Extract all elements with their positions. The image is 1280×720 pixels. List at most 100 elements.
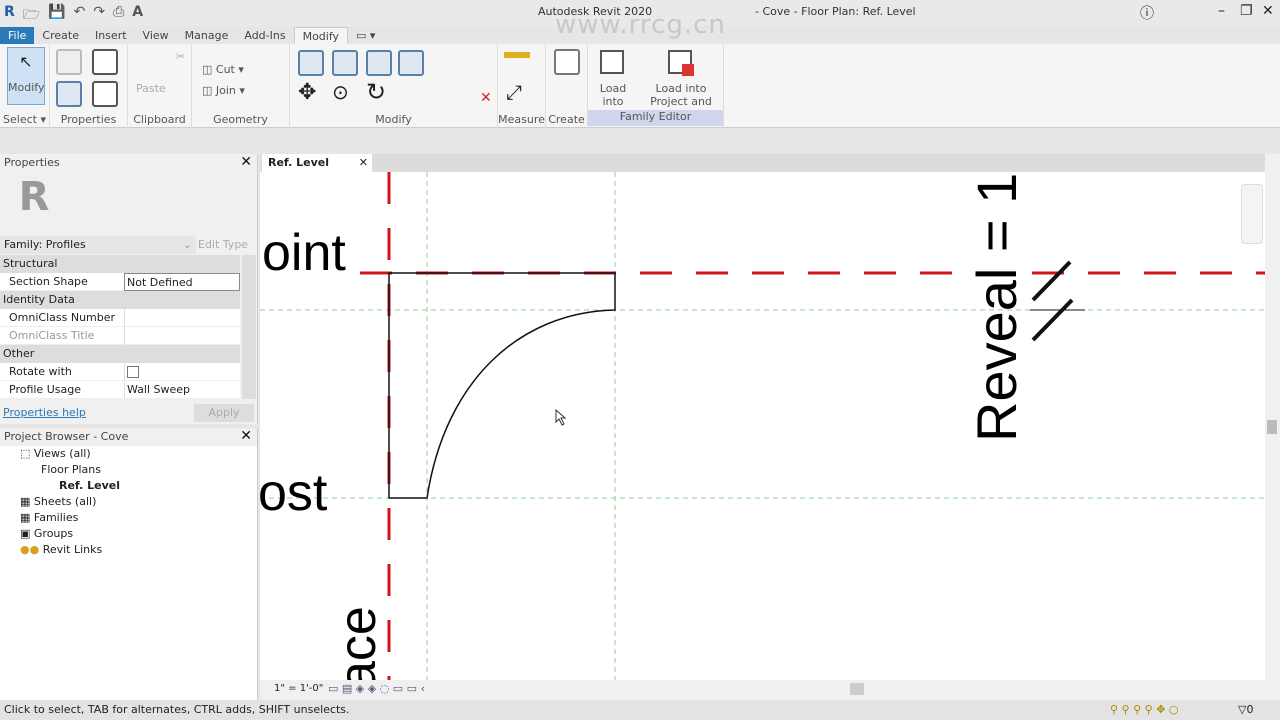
geometry-panel-label: Geometry	[213, 113, 268, 126]
family-types-icon[interactable]	[92, 49, 118, 75]
guide-lines	[260, 172, 1265, 680]
tab-file[interactable]: File	[0, 27, 35, 45]
tree-families[interactable]: ▦ Families	[20, 511, 78, 524]
modify-button[interactable]: ↖ Modify	[7, 47, 45, 105]
paste-button[interactable]: Paste	[136, 82, 166, 95]
family-editor-panel-label: Family Editor	[588, 110, 723, 126]
view-controls-icons[interactable]: ▭ ▤ ◈ ◈ ◌ ▭ ▭ ‹	[328, 682, 425, 695]
tree-floor-plans[interactable]: Floor Plans	[41, 463, 101, 476]
save-icon[interactable]: 💾	[48, 4, 65, 28]
restore-button[interactable]: ❐	[1240, 3, 1253, 19]
navigation-bar[interactable]	[1241, 184, 1263, 244]
ribbon-tabs: File Create Insert View Manage Add-Ins M…	[0, 27, 1280, 45]
properties-scrollbar[interactable]	[242, 255, 256, 399]
help-icon[interactable]: ⓘ	[1140, 3, 1154, 23]
close-icon[interactable]: ✕	[359, 156, 368, 169]
tab-insert[interactable]: Insert	[87, 27, 135, 45]
join-button[interactable]: ◫ Join ▾	[202, 84, 245, 97]
view-tab-ref-level[interactable]: Ref. Level ✕	[262, 154, 372, 172]
properties-icon[interactable]	[56, 81, 82, 107]
prop-key: OmniClass Title	[0, 327, 124, 345]
family-category-icon[interactable]	[92, 81, 118, 107]
modify-panel: ✥ ⊙ ↻ ✕ Modify	[290, 44, 498, 128]
redo-icon[interactable]: ↷	[93, 4, 105, 28]
select-dropdown[interactable]: Select ▾	[0, 113, 49, 126]
group-structural[interactable]: Structural	[0, 255, 240, 273]
modify-label: Modify	[8, 81, 45, 94]
type-properties-icon[interactable]	[56, 49, 82, 75]
prop-key: OmniClass Number	[0, 309, 124, 327]
group-other[interactable]: Other	[0, 345, 240, 363]
tree-revit-links[interactable]: ●● Revit Links	[20, 543, 102, 556]
vertical-scrollbar[interactable]	[1241, 154, 1280, 680]
offset-icon[interactable]	[332, 50, 358, 76]
filter-icon[interactable]: ▽0	[1238, 703, 1253, 716]
drawing-svg: oint ost ace Reveal = 1	[258, 172, 1265, 690]
properties-palette: Properties ✕ R Family: Profiles ⌄ Edit Typ…	[0, 154, 258, 424]
panel-toggle-icon[interactable]: ▭ ▾	[348, 27, 383, 45]
tree-views-all[interactable]: ⬚ Views (all)	[20, 447, 91, 460]
tab-create[interactable]: Create	[34, 27, 87, 45]
properties-help-link[interactable]: Properties help	[3, 406, 86, 419]
close-button[interactable]: ✕	[1262, 3, 1274, 19]
tab-manage[interactable]: Manage	[177, 27, 237, 45]
omniclass-number-field[interactable]	[124, 309, 240, 327]
document-title: - Cove - Floor Plan: Ref. Level	[755, 5, 916, 18]
undo-icon[interactable]: ↶	[74, 4, 86, 28]
horizontal-scroll-thumb[interactable]	[850, 683, 864, 695]
close-icon[interactable]: ✕	[240, 428, 252, 444]
family-editor-panel: Load into Project Load into Project and …	[588, 44, 724, 128]
open-icon[interactable]: 🗁	[23, 4, 40, 28]
edit-type-button[interactable]: Edit Type	[198, 238, 248, 251]
tab-view[interactable]: View	[135, 27, 177, 45]
mirror-pick-axis-icon[interactable]	[366, 50, 392, 76]
dimension-label-reveal[interactable]: Reveal = 1	[965, 173, 1028, 442]
tree-groups[interactable]: ▣ Groups	[20, 527, 73, 540]
minimize-button[interactable]: –	[1218, 3, 1225, 19]
delete-icon[interactable]: ✕	[480, 90, 492, 106]
type-selector[interactable]: Family: Profiles ⌄	[0, 236, 196, 254]
cut-clip-icon[interactable]: ✂	[176, 50, 185, 63]
dimension-icon[interactable]: ⤢	[506, 80, 522, 104]
profile-usage-field[interactable]: Wall Sweep	[124, 381, 240, 399]
drawing-canvas[interactable]: oint ost ace Reveal = 1	[258, 172, 1265, 690]
create-panel-label: Create	[548, 113, 585, 126]
measure-icon[interactable]	[504, 52, 530, 58]
measure-panel: ⤢ Measure	[498, 44, 546, 128]
prop-row: Profile Usage Wall Sweep	[0, 381, 240, 399]
print-icon[interactable]: ⎙	[113, 4, 124, 28]
tree-ref-level[interactable]: Ref. Level	[59, 479, 120, 492]
tab-add-ins[interactable]: Add-Ins	[236, 27, 293, 45]
cursor-icon: ↖	[19, 52, 33, 71]
dimension-tick	[1031, 298, 1074, 342]
apply-button[interactable]: Apply	[194, 404, 254, 422]
copy-icon[interactable]: ⊙	[332, 80, 349, 104]
close-icon[interactable]: ✕	[240, 154, 252, 170]
revit-logo-icon[interactable]: R	[4, 4, 15, 28]
cut-button[interactable]: ◫ Cut ▾	[202, 63, 244, 76]
move-icon[interactable]: ✥	[298, 80, 316, 105]
tab-modify[interactable]: Modify	[293, 27, 349, 45]
align-icon[interactable]	[298, 50, 324, 76]
text-icon[interactable]: A	[132, 4, 143, 28]
omniclass-title-field	[124, 327, 240, 345]
section-shape-field[interactable]: Not Defined	[124, 273, 240, 291]
quick-access-toolbar[interactable]: R 🗁 💾 ↶ ↷ ⎙ A	[4, 4, 143, 28]
rotate-icon[interactable]: ↻	[366, 78, 386, 106]
ref-label-face: ace	[329, 606, 387, 680]
create-icon[interactable]	[554, 49, 580, 75]
dimension-tick	[1031, 260, 1072, 302]
view-scale[interactable]: 1" = 1'-0"	[274, 683, 323, 694]
ref-label-point: oint	[262, 224, 346, 282]
properties-grid: Structural Section Shape Not Defined Iden…	[0, 255, 240, 399]
cove-profile[interactable]	[388, 272, 616, 499]
ref-label-post: ost	[260, 464, 328, 522]
scroll-thumb[interactable]	[1267, 420, 1277, 434]
group-identity-data[interactable]: Identity Data	[0, 291, 240, 309]
rotate-checkbox[interactable]	[127, 366, 139, 378]
properties-panel: Properties	[50, 44, 128, 128]
mirror-draw-axis-icon[interactable]	[398, 50, 424, 76]
ribbon: ↖ Modify Select ▾ Properties Paste ✂ Cli…	[0, 44, 1280, 128]
tree-sheets[interactable]: ▦ Sheets (all)	[20, 495, 96, 508]
selection-toggles-icons[interactable]: ⚲ ⚲ ⚲ ⚲ ✥ ○	[1110, 703, 1179, 716]
